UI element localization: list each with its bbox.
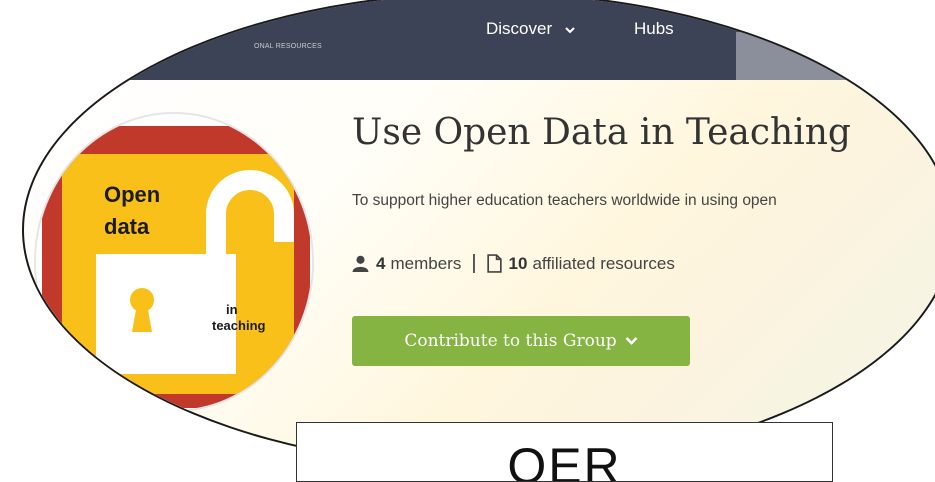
logo-text-teaching: teaching bbox=[212, 318, 266, 333]
resources-count: 10 bbox=[508, 253, 528, 273]
stats-separator: | bbox=[471, 252, 477, 274]
open-lock-logo-icon bbox=[36, 114, 312, 410]
members-count: 4 bbox=[376, 253, 386, 273]
members-label: members bbox=[390, 253, 462, 273]
chevron-down-icon bbox=[625, 337, 638, 345]
brand-subtitle: ONAL RESOURCES bbox=[254, 43, 322, 50]
group-title: Use Open Data in Teaching bbox=[352, 112, 851, 153]
resources-label[interactable]: affiliated resources bbox=[532, 254, 674, 274]
chevron-down-icon bbox=[565, 19, 575, 39]
user-icon bbox=[352, 255, 369, 272]
logo-text-data: data bbox=[104, 214, 150, 239]
contribute-button[interactable]: Contribute to this Group bbox=[352, 316, 690, 366]
logo-text-open: Open bbox=[104, 182, 161, 207]
document-icon bbox=[486, 254, 502, 273]
group-stats: 4 members | 10 affiliated resources bbox=[352, 252, 675, 275]
nav-hubs-menu[interactable]: Hubs bbox=[634, 19, 674, 39]
nav-search-area bbox=[736, 32, 935, 80]
nav-discover-menu[interactable]: Discover bbox=[486, 19, 575, 39]
logo-text-in: in bbox=[226, 302, 238, 317]
oer-label: OER bbox=[507, 438, 622, 482]
contribute-label: Contribute to this Group bbox=[404, 331, 617, 351]
group-logo: Open data in teaching bbox=[34, 112, 314, 412]
oer-label-box: OER bbox=[296, 422, 833, 482]
group-description: To support higher education teachers wor… bbox=[352, 192, 777, 209]
top-navigation-bar: ONAL RESOURCES Discover Hubs bbox=[24, 0, 935, 80]
nav-discover-label: Discover bbox=[486, 19, 553, 38]
zoom-lens: ONAL RESOURCES Discover Hubs Open data i… bbox=[22, 0, 935, 468]
